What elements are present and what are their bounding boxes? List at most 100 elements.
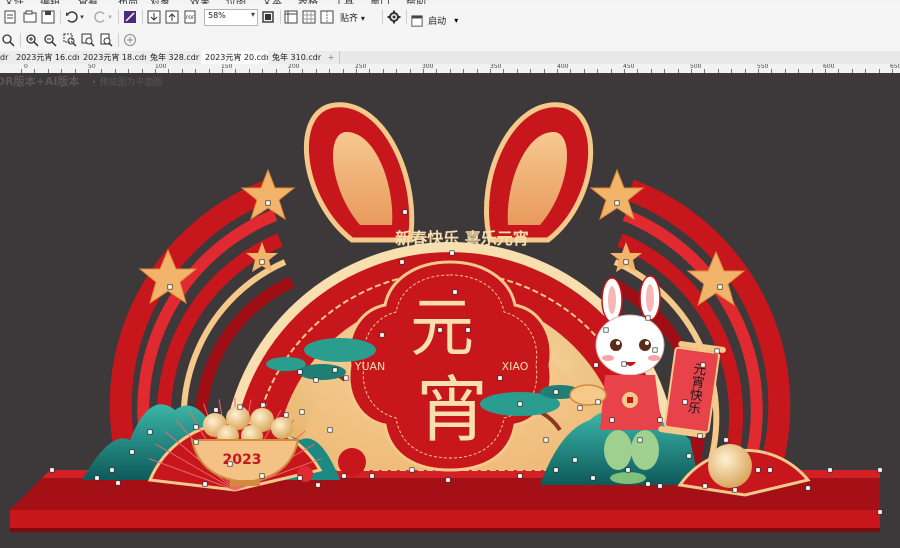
zoom-to-page-icon[interactable] (98, 32, 114, 48)
tab-document[interactable]: 兔年 328.cdr (146, 51, 205, 64)
selection-node-handle[interactable] (283, 412, 289, 418)
selection-node-handle[interactable] (445, 477, 451, 483)
selection-node-handle[interactable] (595, 399, 601, 405)
zoom-icon[interactable] (0, 32, 16, 48)
zoom-to-all-objects-icon[interactable] (80, 32, 96, 48)
selection-node-handle[interactable] (637, 437, 643, 443)
selection-node-handle[interactable] (657, 483, 663, 489)
selection-node-handle[interactable] (297, 369, 303, 375)
selection-node-handle[interactable] (437, 327, 443, 333)
show-guidelines-icon[interactable] (319, 9, 335, 25)
selection-node-handle[interactable] (497, 375, 503, 381)
selection-node-handle[interactable] (657, 417, 663, 423)
selection-node-handle[interactable] (682, 399, 688, 405)
selection-node-handle[interactable] (343, 375, 349, 381)
selection-node-handle[interactable] (409, 467, 415, 473)
selection-node-handle[interactable] (167, 284, 173, 290)
tab-document[interactable]: 2023元宵 18.cdr (79, 51, 153, 64)
show-grid-icon[interactable] (301, 9, 317, 25)
selection-node-handle[interactable] (805, 485, 811, 491)
selection-node-handle[interactable] (449, 250, 455, 256)
selection-node-handle[interactable] (327, 427, 333, 433)
selection-node-handle[interactable] (652, 347, 658, 353)
selection-node-handle[interactable] (299, 409, 305, 415)
selection-node-handle[interactable] (115, 480, 121, 486)
options-gear-icon[interactable] (386, 9, 402, 25)
selection-node-handle[interactable] (399, 259, 405, 265)
selection-node-handle[interactable] (593, 362, 599, 368)
selection-node-handle[interactable] (590, 475, 596, 481)
selection-node-handle[interactable] (553, 467, 559, 473)
selection-node-handle[interactable] (315, 482, 321, 488)
selection-node-handle[interactable] (543, 437, 549, 443)
selection-node-handle[interactable] (603, 327, 609, 333)
selection-node-handle[interactable] (877, 509, 883, 515)
selection-node-handle[interactable] (732, 487, 738, 493)
selection-node-handle[interactable] (369, 473, 375, 479)
selection-node-handle[interactable] (517, 473, 523, 479)
selection-node-handle[interactable] (265, 200, 271, 206)
selection-node-handle[interactable] (297, 475, 303, 481)
add-icon[interactable] (122, 32, 138, 48)
selection-node-handle[interactable] (717, 284, 723, 290)
selection-node-handle[interactable] (697, 433, 703, 439)
save-icon[interactable] (40, 9, 56, 25)
zoom-out-icon[interactable] (42, 32, 58, 48)
show-rulers-icon[interactable] (283, 9, 299, 25)
selection-node-handle[interactable] (402, 209, 408, 215)
selection-node-handle[interactable] (341, 473, 347, 479)
selection-node-handle[interactable] (755, 467, 761, 473)
undo-dropdown-icon[interactable]: ▾ (78, 9, 86, 25)
selection-node-handle[interactable] (129, 449, 135, 455)
launch-app-icon[interactable] (122, 9, 138, 25)
selection-node-handle[interactable] (623, 259, 629, 265)
selection-node-handle[interactable] (702, 483, 708, 489)
selection-node-handle[interactable] (260, 402, 266, 408)
selection-node-handle[interactable] (227, 461, 233, 467)
selection-node-handle[interactable] (332, 367, 338, 373)
new-tab-plus-icon[interactable]: + (323, 51, 340, 64)
selection-node-handle[interactable] (621, 361, 627, 367)
zoom-in-icon[interactable] (24, 32, 40, 48)
selection-node-handle[interactable] (49, 467, 55, 473)
selection-node-handle[interactable] (714, 348, 720, 354)
selection-node-handle[interactable] (517, 401, 523, 407)
selection-node-handle[interactable] (572, 457, 578, 463)
selection-node-handle[interactable] (645, 315, 651, 321)
selection-node-handle[interactable] (827, 467, 833, 473)
selection-node-handle[interactable] (259, 473, 265, 479)
redo-dropdown-icon[interactable]: ▾ (106, 9, 114, 25)
selection-node-handle[interactable] (723, 437, 729, 443)
open-icon[interactable] (22, 9, 38, 25)
selection-node-handle[interactable] (193, 439, 199, 445)
selection-node-handle[interactable] (577, 405, 583, 411)
selection-node-handle[interactable] (202, 481, 208, 487)
publish-pdf-icon[interactable]: PDF (182, 9, 198, 25)
selection-node-handle[interactable] (237, 404, 243, 410)
snap-to-button[interactable]: 贴齐 ▾ (340, 11, 365, 24)
new-document-icon[interactable] (2, 9, 18, 25)
selection-node-handle[interactable] (452, 289, 458, 295)
selection-node-handle[interactable] (614, 200, 620, 206)
tab-document[interactable]: 兔年 310.cdr (268, 51, 327, 64)
selection-node-handle[interactable] (259, 259, 265, 265)
import-icon[interactable] (146, 9, 162, 25)
launch-button[interactable]: 启动 ▾ (411, 10, 458, 27)
selection-node-handle[interactable] (109, 467, 115, 473)
selection-node-handle[interactable] (700, 362, 706, 368)
selection-node-handle[interactable] (645, 481, 651, 487)
lantern-festival-artwork[interactable]: 元 宵 YUAN XIAO 新春快乐 喜乐元宵 2023 元宵快乐 (0, 73, 900, 548)
zoom-level-select[interactable]: 58% ▾ (204, 9, 258, 26)
selection-node-handle[interactable] (313, 377, 319, 383)
drawing-canvas[interactable]: DR版本+AI版本 • 预览图为平面图 元 宵 YUAN XIAO 新春快乐 喜… (0, 73, 900, 548)
selection-node-handle[interactable] (553, 389, 559, 395)
selection-node-handle[interactable] (686, 453, 692, 459)
selection-node-handle[interactable] (379, 332, 385, 338)
selection-node-handle[interactable] (625, 467, 631, 473)
full-screen-icon[interactable] (260, 9, 276, 25)
selection-node-handle[interactable] (767, 467, 773, 473)
selection-node-handle[interactable] (877, 467, 883, 473)
selection-node-handle[interactable] (609, 417, 615, 423)
selection-node-handle[interactable] (213, 407, 219, 413)
tab-document-active[interactable]: 2023元宵 20.cdr (201, 51, 275, 64)
